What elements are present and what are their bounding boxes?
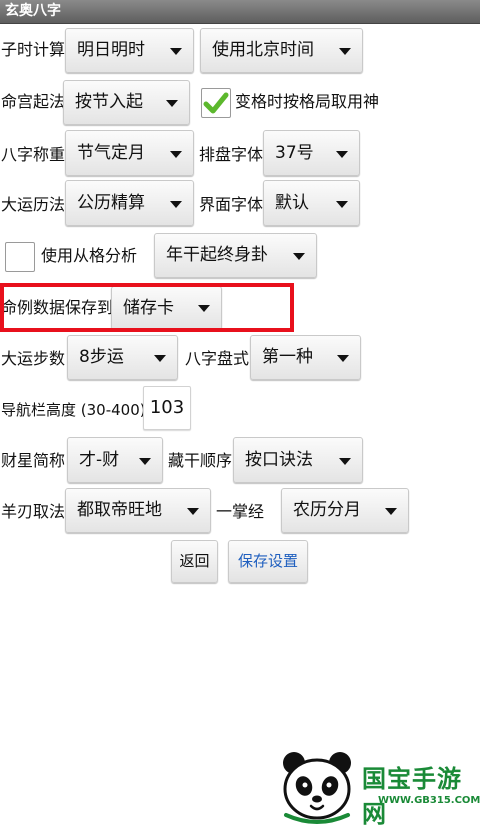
app-title: 玄奥八字 — [5, 3, 61, 19]
gua-method-spinner[interactable]: 年干起终身卦 — [154, 233, 317, 278]
time-source-value: 使用北京时间 — [212, 40, 314, 60]
pan-style-spinner[interactable]: 第一种 — [250, 335, 361, 380]
nav-height-input[interactable]: 103 — [143, 386, 191, 430]
checkmark-icon — [203, 92, 229, 114]
chevron-down-icon — [339, 48, 351, 55]
back-button[interactable]: 返回 — [171, 540, 218, 583]
yangren-value: 都取帝旺地 — [77, 500, 162, 520]
chevron-down-icon — [187, 508, 199, 515]
yizhang-spinner[interactable]: 农历分月 — [281, 488, 409, 533]
pan-style-label: 八字盘式 — [185, 349, 250, 368]
ui-font-spinner[interactable]: 默认 — [263, 180, 360, 226]
chevron-down-icon — [139, 458, 151, 465]
minggong-label: 命宫起法 — [1, 92, 66, 111]
save-settings-button[interactable]: 保存设置 — [228, 540, 308, 583]
dayun-steps-value: 8步运 — [79, 347, 124, 367]
canggan-label: 藏干顺序 — [168, 451, 233, 470]
ui-font-label: 界面字体 — [199, 195, 264, 214]
pattern-use-label: 变格时按格局取用神 — [235, 92, 380, 111]
watermark-url: WWW.GB315.COM — [378, 795, 480, 806]
dayun-steps-spinner[interactable]: 8步运 — [67, 335, 178, 380]
chevron-down-icon — [154, 355, 166, 362]
chevron-down-icon — [293, 253, 305, 260]
canggan-value: 按口诀法 — [245, 450, 313, 470]
gua-method-value: 年干起终身卦 — [166, 245, 268, 265]
canggan-spinner[interactable]: 按口诀法 — [233, 437, 363, 483]
chevron-down-icon — [166, 100, 178, 107]
dayun-calendar-spinner[interactable]: 公历精算 — [65, 180, 194, 226]
caixing-spinner[interactable]: 才-财 — [67, 437, 163, 483]
pattern-use-checkbox[interactable] — [201, 88, 231, 118]
chevron-down-icon — [336, 151, 348, 158]
pan-style-value: 第一种 — [262, 347, 313, 367]
yangren-label: 羊刃取法 — [1, 502, 66, 521]
chevron-down-icon — [170, 48, 182, 55]
zishi-calc-value: 明日明时 — [77, 40, 145, 60]
pan-font-spinner[interactable]: 37号 — [263, 130, 360, 176]
chevron-down-icon — [337, 355, 349, 362]
chevron-down-icon — [170, 201, 182, 208]
caixing-value: 才-财 — [79, 450, 120, 470]
dayun-steps-label: 大运步数 — [1, 349, 66, 368]
bazi-weight-label: 八字称重 — [1, 145, 66, 164]
congge-checkbox[interactable] — [5, 242, 35, 272]
yizhang-label: 一掌经 — [216, 502, 265, 521]
yangren-spinner[interactable]: 都取帝旺地 — [65, 488, 211, 533]
highlight-box — [0, 283, 294, 332]
watermark: 国宝手游网 WWW.GB315.COM — [258, 745, 480, 828]
zishi-calc-spinner[interactable]: 明日明时 — [65, 28, 194, 73]
zishi-label: 子时计算 — [1, 40, 66, 59]
chevron-down-icon — [336, 201, 348, 208]
pan-font-label: 排盘字体 — [199, 145, 264, 164]
minggong-value: 按节入起 — [75, 92, 143, 112]
congge-label: 使用从格分析 — [41, 246, 138, 265]
pan-font-value: 37号 — [275, 143, 314, 163]
ui-font-value: 默认 — [275, 193, 309, 213]
chevron-down-icon — [339, 458, 351, 465]
bazi-weight-spinner[interactable]: 节气定月 — [65, 130, 194, 176]
yizhang-value: 农历分月 — [293, 500, 361, 520]
watermark-name: 国宝手游网 — [362, 765, 462, 828]
chevron-down-icon — [385, 508, 397, 515]
panda-logo-icon — [283, 752, 351, 824]
nav-height-label: 导航栏高度 (30-400) — [1, 401, 146, 419]
minggong-spinner[interactable]: 按节入起 — [63, 80, 190, 125]
dayun-calendar-value: 公历精算 — [77, 193, 145, 213]
caixing-label: 财星简称 — [1, 451, 66, 470]
time-source-spinner[interactable]: 使用北京时间 — [200, 28, 363, 73]
bazi-weight-value: 节气定月 — [77, 143, 145, 163]
title-bar: 玄奥八字 — [0, 0, 480, 24]
dayun-calendar-label: 大运历法 — [1, 195, 66, 214]
chevron-down-icon — [170, 151, 182, 158]
